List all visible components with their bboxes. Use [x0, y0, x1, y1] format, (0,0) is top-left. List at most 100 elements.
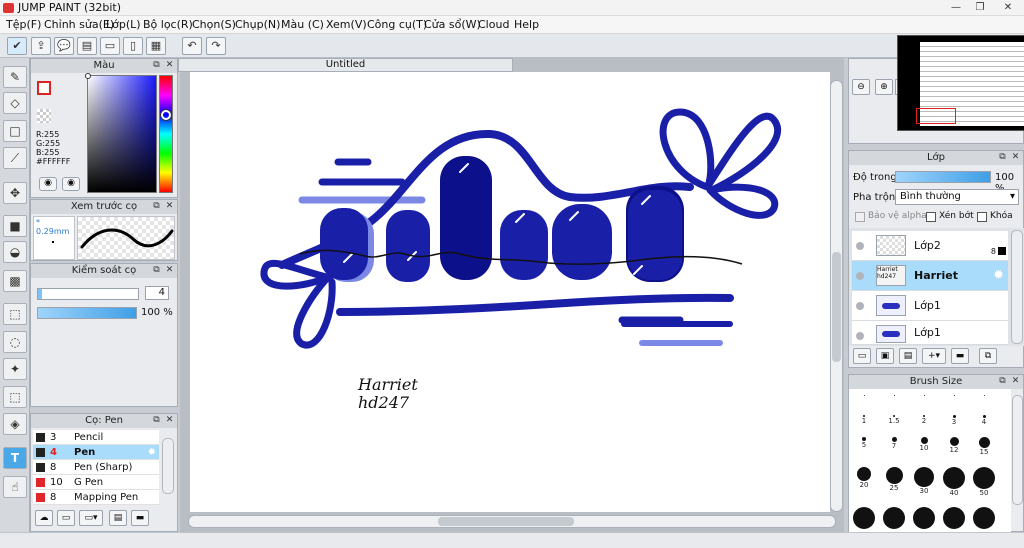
grid-icon[interactable]: ▦ [146, 37, 166, 55]
float-icon[interactable]: ⧉ [151, 265, 162, 276]
close-panel-icon[interactable]: ✕ [164, 265, 175, 276]
brush-size-cell[interactable] [909, 395, 939, 396]
brush-size-cell[interactable]: 40 [939, 467, 969, 497]
close-button[interactable]: ✕ [998, 1, 1018, 14]
brush-size-cell[interactable]: 4 [969, 415, 999, 426]
export-icon[interactable]: ⇪ [31, 37, 51, 55]
document-tab[interactable]: Untitled [178, 58, 513, 72]
menu-color[interactable]: Màu (C) [281, 18, 324, 31]
hue-slider[interactable] [159, 75, 173, 193]
lock-checkbox[interactable] [977, 212, 987, 222]
clipping-checkbox[interactable] [926, 212, 936, 222]
navigator-view-rect[interactable] [916, 108, 956, 124]
add-brush-icon[interactable]: ☁ [35, 510, 53, 526]
brush-size-cell[interactable]: 10 [909, 437, 939, 452]
brush-size-cell[interactable] [879, 507, 909, 529]
brush-size-cell[interactable]: 3 [939, 415, 969, 426]
float-icon[interactable]: ⧉ [151, 415, 162, 426]
menu-select[interactable]: Chọn(S) [192, 18, 236, 31]
brush-size-cell[interactable]: 12 [939, 437, 969, 454]
message-icon[interactable]: ▤ [77, 37, 97, 55]
menu-filter[interactable]: Bộ lọc(R) [143, 18, 193, 31]
select-rect-tool-icon[interactable]: ⬚ [3, 303, 27, 325]
sv-picker-cursor[interactable] [85, 73, 91, 79]
layer-item[interactable]: Lớp1 [852, 291, 1008, 321]
brush-size-cell[interactable] [969, 507, 999, 529]
float-icon[interactable]: ⧉ [997, 152, 1008, 163]
new-layer-icon[interactable]: ▭ [853, 348, 871, 364]
brush-folder-icon[interactable]: ▬ [131, 510, 149, 526]
menu-file[interactable]: Tệp(F) [6, 18, 41, 31]
menu-capture[interactable]: Chụp(N) [235, 18, 280, 31]
brush-item-pen-sharp[interactable]: 8 Pen (Sharp) [33, 460, 159, 475]
zoom-in-icon[interactable]: ⊕ [875, 79, 893, 95]
foreground-color-swatch[interactable] [37, 81, 51, 95]
brush-list-scrollbar[interactable] [162, 438, 174, 494]
horizontal-scroll-thumb[interactable] [438, 517, 574, 526]
rectangle-tool-icon[interactable]: □ [3, 120, 27, 142]
brush-size-cell[interactable]: 15 [969, 437, 999, 456]
gear-icon[interactable]: ✹ [148, 445, 156, 460]
new-raster-layer-icon[interactable]: ▣ [876, 348, 894, 364]
close-panel-icon[interactable]: ✕ [1010, 152, 1021, 163]
brush-size-cell[interactable] [849, 395, 879, 396]
brush-size-cell[interactable] [939, 395, 969, 396]
duplicate-layer-icon[interactable]: ⧉ [979, 348, 997, 364]
navigator-thumbnail[interactable] [897, 35, 1024, 131]
layer-visibility-icon[interactable] [856, 332, 864, 340]
vertical-scroll-thumb[interactable] [832, 252, 841, 362]
close-panel-icon[interactable]: ✕ [164, 201, 175, 212]
bucket-tool-icon[interactable]: ◒ [3, 241, 27, 263]
select-eraser-tool-icon[interactable]: ◈ [3, 413, 27, 435]
page-icon[interactable]: ▭ [100, 37, 120, 55]
menu-window[interactable]: Cửa sổ(W) [424, 18, 481, 31]
color-settings-icon[interactable]: ◉ [62, 177, 80, 191]
menu-view[interactable]: Xem(V) [326, 18, 367, 31]
brush-item-pen[interactable]: 4 Pen ✹ [33, 445, 159, 460]
brush-size-cell[interactable]: 30 [909, 467, 939, 495]
layer-opacity-slider[interactable] [895, 171, 991, 183]
float-icon[interactable]: ⧉ [151, 60, 162, 71]
menu-help[interactable]: Help [514, 18, 539, 31]
brush-size-input[interactable]: 4 [145, 286, 169, 300]
zoom-out-icon[interactable]: ⊖ [852, 79, 870, 95]
brush-size-cell[interactable]: 7 [879, 437, 909, 450]
layer-visibility-icon[interactable] [856, 242, 864, 250]
layer-item[interactable]: Lớp1 [852, 321, 1008, 345]
text-tool-icon[interactable]: T [3, 447, 27, 469]
line-tool-icon[interactable]: ⟋ [3, 147, 27, 169]
brush-size-cell[interactable] [909, 507, 939, 529]
drawing-canvas[interactable]: Harriet hd247 [190, 72, 830, 512]
close-panel-icon[interactable]: ✕ [164, 415, 175, 426]
minimize-button[interactable]: — [946, 1, 966, 14]
undo-icon[interactable]: ↶ [182, 37, 202, 55]
menu-layer[interactable]: Lớp(L) [106, 18, 141, 31]
gradient-tool-icon[interactable]: ▩ [3, 270, 27, 292]
document-icon[interactable]: ▯ [123, 37, 143, 55]
brush-size-cell[interactable]: 50 [969, 467, 999, 497]
layer-item[interactable]: Harriet hd247 Harriet ✹ [852, 261, 1008, 291]
brush-size-slider[interactable] [37, 288, 139, 300]
select-pen-tool-icon[interactable]: ⬚ [3, 386, 27, 408]
menu-tools[interactable]: Công cụ(T) [367, 18, 427, 31]
close-panel-icon[interactable]: ✕ [1010, 376, 1021, 387]
layer-menu-icon[interactable]: +▾ [922, 348, 946, 364]
brush-size-cell[interactable]: 1 [849, 415, 879, 425]
magic-wand-tool-icon[interactable]: ✦ [3, 358, 27, 380]
hand-tool-icon[interactable]: ☝ [3, 476, 27, 498]
hue-slider-knob[interactable] [161, 110, 171, 120]
brush-size-cell[interactable] [849, 507, 879, 529]
redo-icon[interactable]: ↷ [206, 37, 226, 55]
brush-size-cell[interactable]: 25 [879, 467, 909, 492]
brush-opacity-slider[interactable] [37, 307, 137, 319]
brush-item-mapping-pen[interactable]: 8 Mapping Pen [33, 490, 159, 505]
float-icon[interactable]: ⧉ [997, 376, 1008, 387]
palette-icon[interactable]: ◉ [39, 177, 57, 191]
close-panel-icon[interactable]: ✕ [164, 60, 175, 71]
layer-list-scrollbar[interactable] [1011, 230, 1023, 344]
brush-size-cell[interactable]: 5 [849, 437, 879, 449]
brush-size-cell[interactable] [969, 395, 999, 396]
move-tool-icon[interactable]: ✥ [3, 182, 27, 204]
brush-size-cell[interactable]: 20 [849, 467, 879, 489]
check-icon[interactable]: ✔ [7, 37, 27, 55]
